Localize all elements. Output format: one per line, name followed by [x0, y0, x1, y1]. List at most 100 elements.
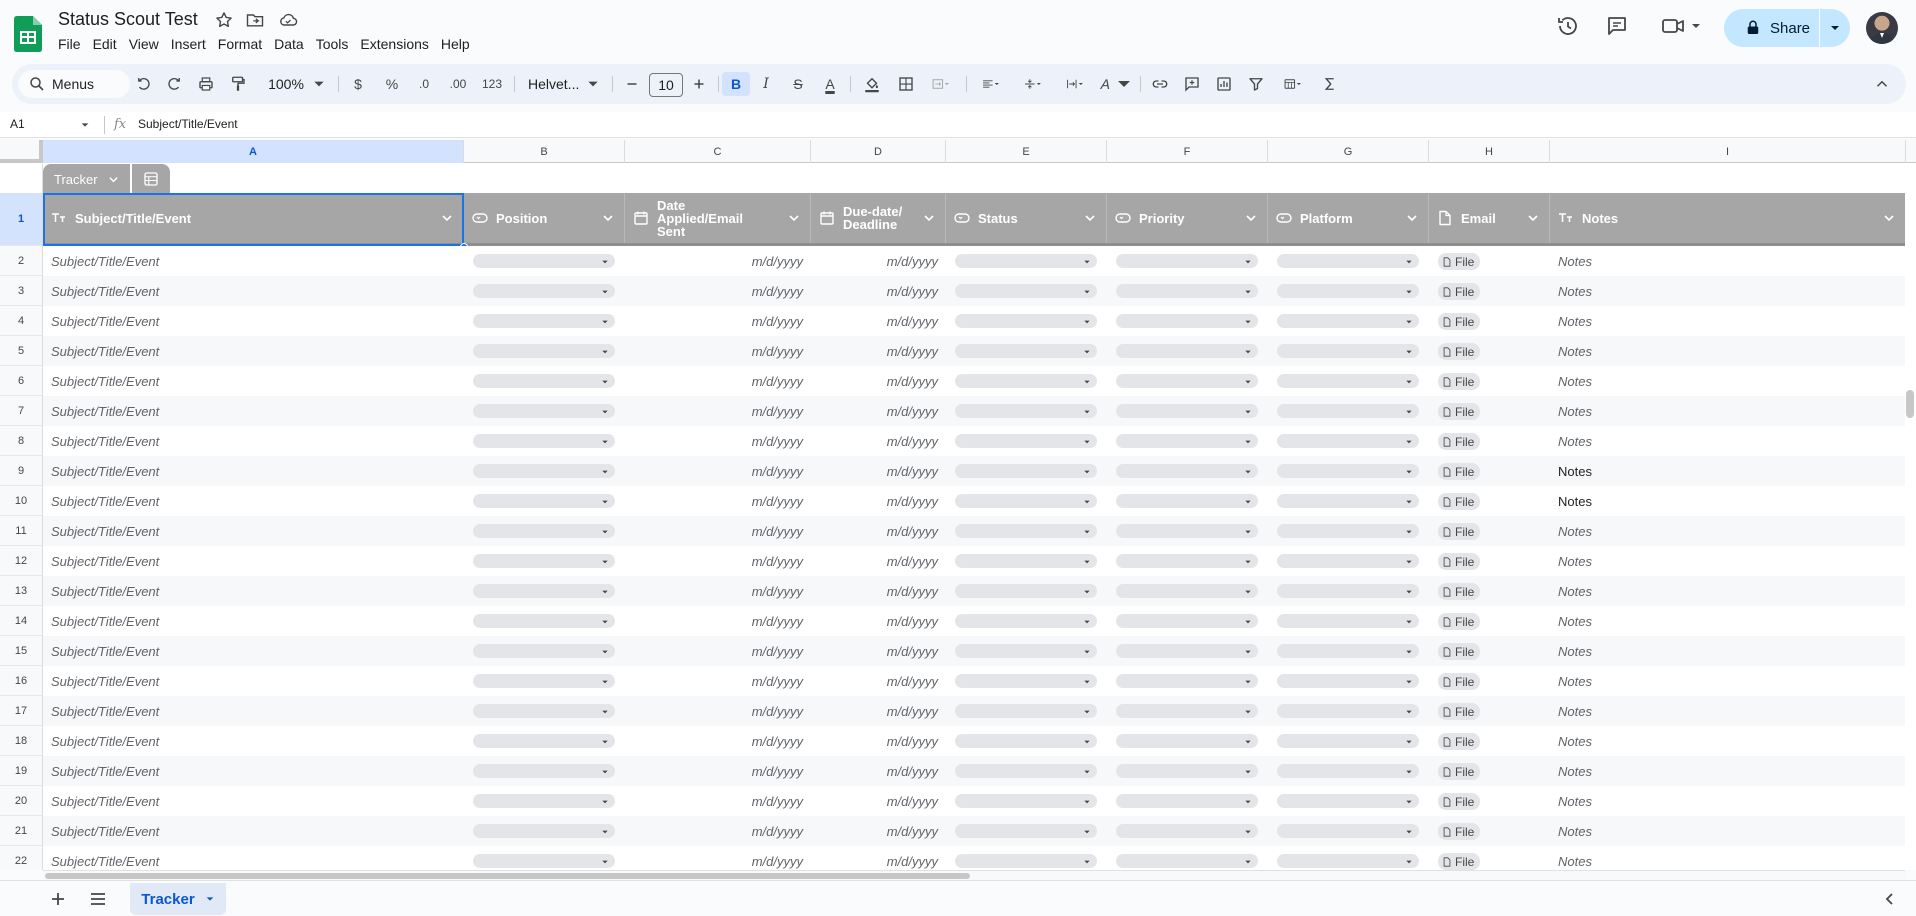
menu-help[interactable]: Help [441, 34, 478, 54]
notes-cell[interactable]: Notes [1550, 786, 1906, 816]
subject-cell[interactable]: Subject/Title/Event [43, 396, 464, 426]
priority-dropdown[interactable] [1116, 674, 1258, 688]
position-dropdown[interactable] [473, 374, 615, 388]
row-header-6[interactable]: 6 [0, 366, 43, 396]
column-menu-chevron-down-icon[interactable] [1245, 212, 1257, 224]
row-header-10[interactable]: 10 [0, 486, 43, 516]
priority-dropdown[interactable] [1116, 614, 1258, 628]
email-file-chip[interactable]: File [1438, 403, 1481, 420]
merge-cells-icon[interactable] [924, 72, 958, 96]
deadline-cell[interactable]: m/d/yyyy [811, 756, 946, 786]
subject-cell[interactable]: Subject/Title/Event [43, 336, 464, 366]
insert-link-icon[interactable] [1148, 72, 1172, 96]
platform-dropdown[interactable] [1277, 524, 1419, 538]
deadline-cell[interactable]: m/d/yyyy [811, 696, 946, 726]
date-applied-cell[interactable]: m/d/yyyy [625, 246, 811, 276]
priority-dropdown[interactable] [1116, 284, 1258, 298]
position-dropdown[interactable] [473, 344, 615, 358]
status-dropdown[interactable] [955, 584, 1097, 598]
platform-dropdown[interactable] [1277, 614, 1419, 628]
position-dropdown[interactable] [473, 644, 615, 658]
row-header-11[interactable]: 11 [0, 516, 43, 546]
email-file-chip[interactable]: File [1438, 493, 1481, 510]
text-wrapping-icon[interactable] [1058, 72, 1092, 96]
email-file-chip[interactable]: File [1438, 703, 1481, 720]
position-dropdown[interactable] [473, 584, 615, 598]
priority-dropdown[interactable] [1116, 584, 1258, 598]
subject-cell[interactable]: Subject/Title/Event [43, 546, 464, 576]
priority-dropdown[interactable] [1116, 644, 1258, 658]
priority-dropdown[interactable] [1116, 254, 1258, 268]
share-button[interactable]: Share [1724, 9, 1819, 47]
font-size-decrease-icon[interactable] [620, 72, 644, 96]
column-header-a[interactable]: A [43, 140, 464, 163]
platform-dropdown[interactable] [1277, 584, 1419, 598]
notes-cell[interactable]: Notes [1550, 576, 1906, 606]
platform-dropdown[interactable] [1277, 734, 1419, 748]
platform-dropdown[interactable] [1277, 764, 1419, 778]
email-file-chip[interactable]: File [1438, 733, 1481, 750]
paint-format-icon[interactable] [226, 72, 250, 96]
platform-dropdown[interactable] [1277, 404, 1419, 418]
row-header-22[interactable]: 22 [0, 846, 43, 870]
table-header-notes[interactable]: Notes [1550, 193, 1905, 243]
priority-dropdown[interactable] [1116, 824, 1258, 838]
date-applied-cell[interactable]: m/d/yyyy [625, 756, 811, 786]
deadline-cell[interactable]: m/d/yyyy [811, 306, 946, 336]
deadline-cell[interactable]: m/d/yyyy [811, 426, 946, 456]
name-box[interactable]: A1 [10, 117, 25, 131]
row-header-18[interactable]: 18 [0, 726, 43, 756]
comments-icon[interactable] [1605, 14, 1631, 40]
status-dropdown[interactable] [955, 344, 1097, 358]
status-dropdown[interactable] [955, 374, 1097, 388]
email-file-chip[interactable]: File [1438, 553, 1481, 570]
date-applied-cell[interactable]: m/d/yyyy [625, 816, 811, 846]
notes-cell[interactable]: Notes [1550, 516, 1906, 546]
insert-comment-icon[interactable] [1180, 72, 1204, 96]
status-dropdown[interactable] [955, 794, 1097, 808]
priority-dropdown[interactable] [1116, 494, 1258, 508]
column-header-e[interactable]: E [946, 140, 1107, 163]
notes-cell[interactable]: Notes [1550, 276, 1906, 306]
email-file-chip[interactable]: File [1438, 373, 1481, 390]
column-menu-chevron-down-icon[interactable] [1406, 212, 1418, 224]
column-menu-chevron-down-icon[interactable] [1084, 212, 1096, 224]
email-file-chip[interactable]: File [1438, 463, 1481, 480]
subject-cell[interactable]: Subject/Title/Event [43, 486, 464, 516]
row-header-2[interactable]: 2 [0, 246, 43, 276]
status-dropdown[interactable] [955, 464, 1097, 478]
table-header-subject[interactable]: Subject/Title/Event [43, 193, 464, 243]
horizontal-scrollbar[interactable] [43, 870, 1905, 880]
deadline-cell[interactable]: m/d/yyyy [811, 606, 946, 636]
all-sheets-menu-icon[interactable] [88, 889, 108, 909]
notes-cell[interactable]: Notes [1550, 456, 1906, 486]
priority-dropdown[interactable] [1116, 434, 1258, 448]
menu-tools[interactable]: Tools [316, 34, 357, 54]
notes-cell[interactable]: Notes [1550, 756, 1906, 786]
row-header-14[interactable]: 14 [0, 606, 43, 636]
notes-cell[interactable]: Notes [1550, 426, 1906, 456]
bold-button[interactable]: B [722, 72, 750, 96]
position-dropdown[interactable] [473, 704, 615, 718]
notes-cell[interactable]: Notes [1550, 246, 1906, 276]
date-applied-cell[interactable]: m/d/yyyy [625, 486, 811, 516]
priority-dropdown[interactable] [1116, 704, 1258, 718]
platform-dropdown[interactable] [1277, 854, 1419, 868]
select-all-corner[interactable] [0, 140, 43, 163]
column-menu-chevron-down-icon[interactable] [602, 212, 614, 224]
date-applied-cell[interactable]: m/d/yyyy [625, 636, 811, 666]
notes-cell[interactable]: Notes [1550, 336, 1906, 366]
email-file-chip[interactable]: File [1438, 643, 1481, 660]
deadline-cell[interactable]: m/d/yyyy [811, 516, 946, 546]
position-dropdown[interactable] [473, 434, 615, 448]
notes-cell[interactable]: Notes [1550, 846, 1906, 870]
font-size-increase-icon[interactable] [687, 72, 711, 96]
horizontal-align-icon[interactable] [974, 72, 1008, 96]
position-dropdown[interactable] [473, 464, 615, 478]
notes-cell[interactable]: Notes [1550, 366, 1906, 396]
platform-dropdown[interactable] [1277, 554, 1419, 568]
row-header-21[interactable]: 21 [0, 816, 43, 846]
deadline-cell[interactable]: m/d/yyyy [811, 276, 946, 306]
subject-cell[interactable]: Subject/Title/Event [43, 816, 464, 846]
platform-dropdown[interactable] [1277, 644, 1419, 658]
